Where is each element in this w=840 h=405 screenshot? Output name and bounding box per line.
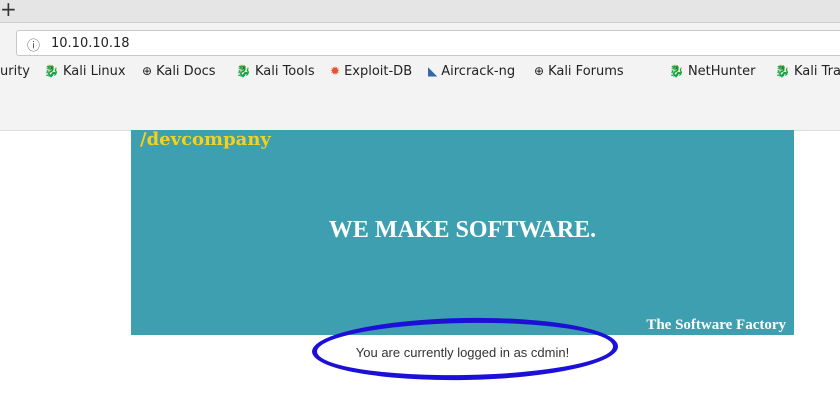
bookmark-aircrack-ng[interactable]: ◣ Aircrack-ng: [428, 64, 515, 79]
headline: WE MAKE SOFTWARE.: [328, 217, 597, 243]
bookmark-exploit-db[interactable]: ✹ Exploit-DB: [330, 64, 412, 79]
url-bar[interactable]: ⓘ 10.10.10.18: [16, 30, 840, 56]
bookmark-kali-linux[interactable]: 🐉 Kali Linux: [44, 64, 126, 79]
kali-dragon-icon: 🐉: [44, 64, 59, 78]
bookmark-kali-docs[interactable]: ⊕ Kali Docs: [142, 64, 216, 79]
bookmark-kali-training[interactable]: 🐉 Kali Tra: [775, 64, 840, 79]
bookmark-label: Kali Docs: [156, 64, 216, 79]
bookmark-nethunter[interactable]: 🐉 NetHunter: [669, 64, 755, 79]
bookmark-label: urity: [0, 64, 30, 79]
bookmark-kali-tools[interactable]: 🐉 Kali Tools: [236, 64, 315, 79]
bookmark-label: Kali Tools: [254, 64, 315, 79]
bookmark-kali-forums[interactable]: ⊕ Kali Forums: [534, 64, 624, 79]
globe-icon: ⊕: [142, 64, 153, 78]
bookmark-label: Kali Linux: [62, 64, 126, 79]
bookmark-label: Kali Forums: [548, 64, 624, 79]
toolbar-spacer: [0, 84, 840, 131]
bookmark-label: NetHunter: [687, 64, 756, 79]
url-text[interactable]: 10.10.10.18: [51, 36, 130, 51]
bookmarks-bar: urity 🐉 Kali Linux ⊕ Kali Docs 🐉 Kali Tools…: [0, 60, 840, 84]
toolbar: ⓘ 10.10.10.18: [0, 23, 840, 60]
bookmark-label: Exploit-DB: [344, 64, 413, 79]
exploit-db-icon: ✹: [330, 64, 341, 78]
brand-logo: /devcompany: [140, 129, 271, 150]
kali-dragon-icon: 🐉: [236, 64, 251, 78]
bookmark-security[interactable]: urity: [0, 64, 30, 79]
bookmark-label: Kali Tra: [793, 64, 840, 79]
tab-strip: +: [0, 0, 840, 23]
hero-banner: /devcompany WE MAKE SOFTWARE. The Softwa…: [131, 129, 794, 335]
globe-icon: ⊕: [534, 64, 545, 78]
kali-dragon-icon: 🐉: [669, 64, 684, 78]
aircrack-icon: ◣: [428, 64, 438, 78]
kali-dragon-icon: 🐉: [775, 64, 790, 78]
bookmark-label: Aircrack-ng: [441, 64, 516, 79]
info-icon[interactable]: ⓘ: [27, 35, 40, 54]
tagline: The Software Factory: [646, 317, 786, 333]
new-tab-button[interactable]: +: [0, 0, 17, 21]
